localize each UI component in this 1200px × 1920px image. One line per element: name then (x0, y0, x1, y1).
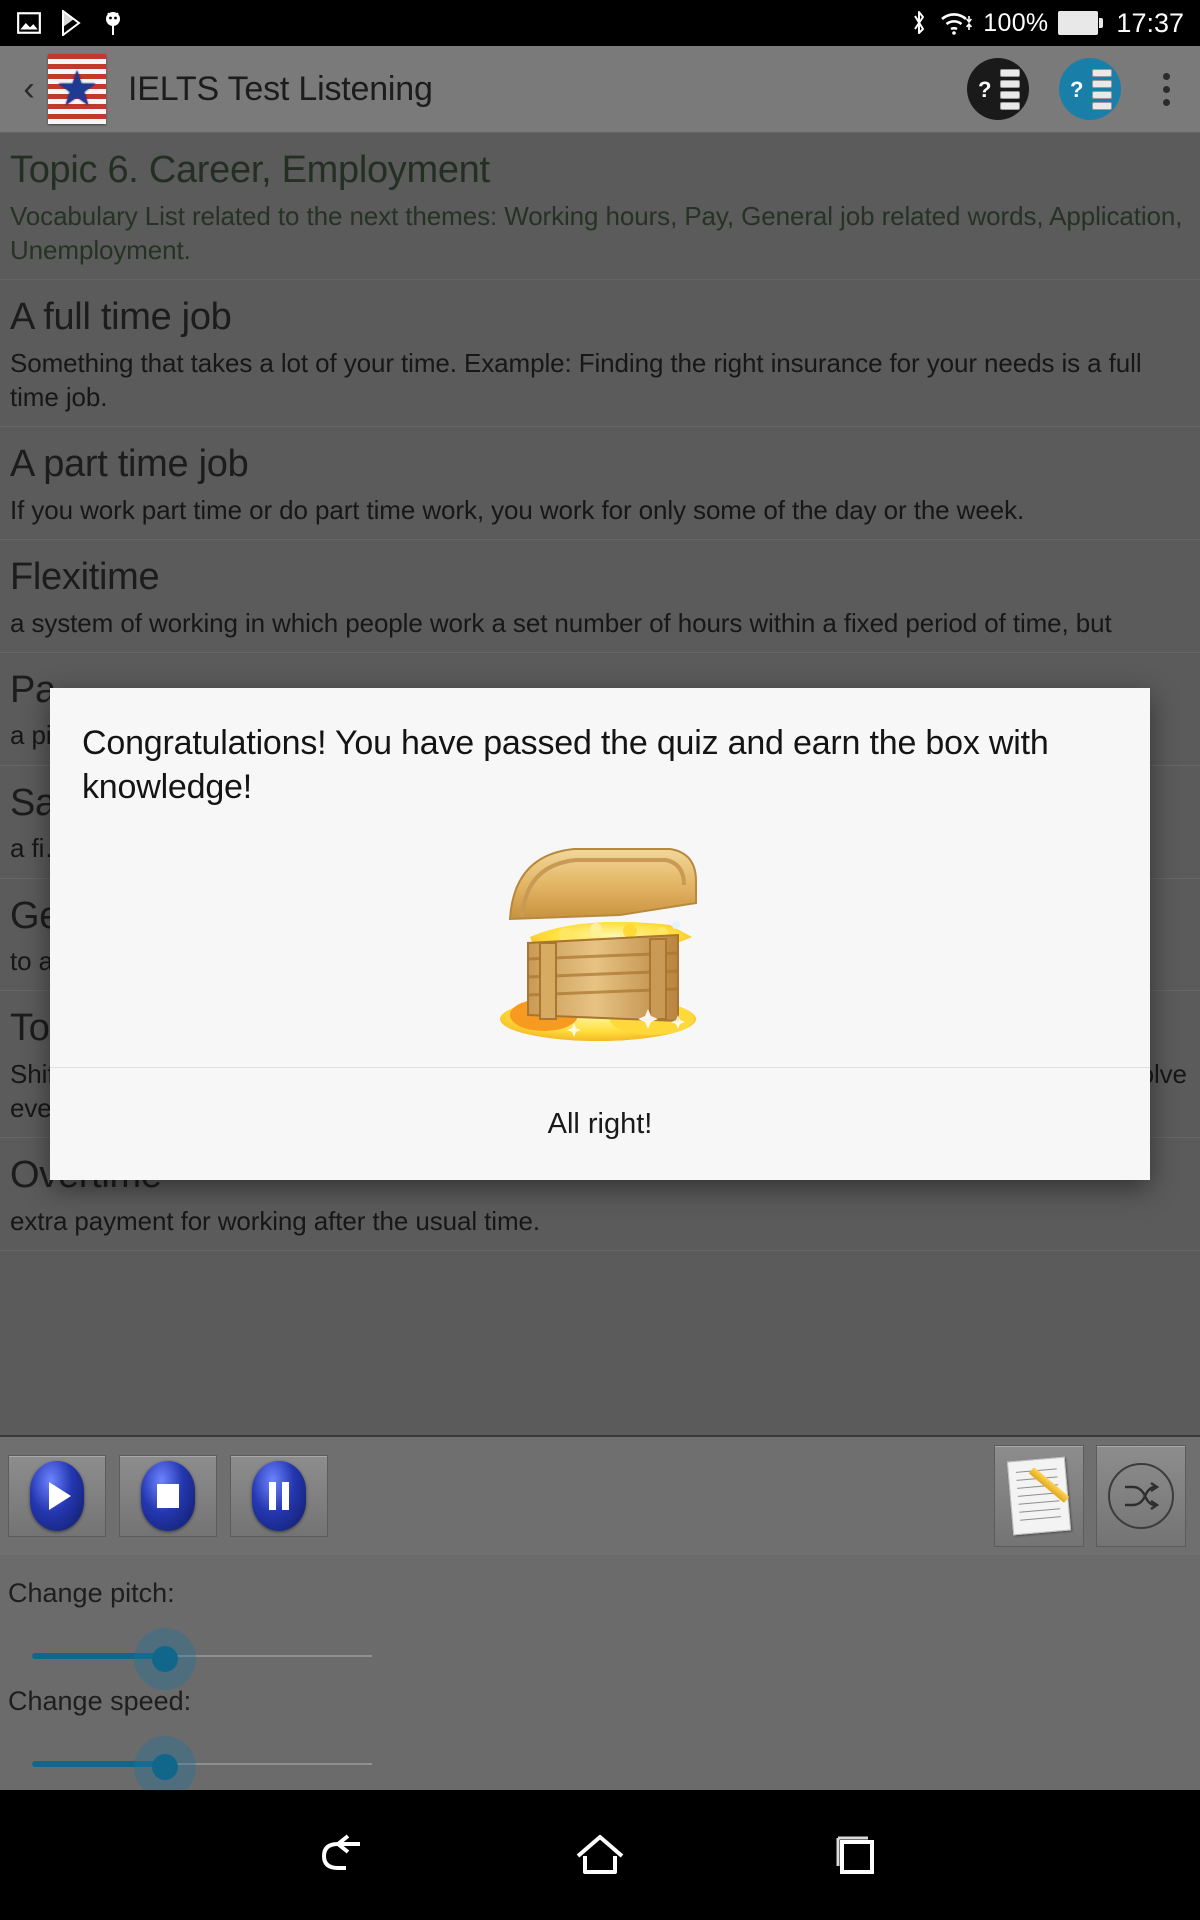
speed-slider[interactable] (0, 1733, 1200, 1798)
entry-description: a system of working in which people work… (10, 607, 1112, 638)
treasure-chest-icon (470, 819, 730, 1049)
clock-label: 17:37 (1116, 7, 1184, 38)
player-toolbar (0, 1435, 1200, 1555)
play-icon (30, 1461, 84, 1531)
status-bar-system: 100% 17:37 (909, 8, 1184, 39)
notes-button[interactable] (994, 1445, 1084, 1547)
wifi-icon (939, 9, 973, 37)
stop-icon (141, 1461, 195, 1531)
speed-slider-thumb[interactable] (152, 1754, 178, 1780)
bluetooth-icon (909, 8, 929, 38)
bug-droid-icon (102, 10, 124, 36)
entry-title: A part time job (10, 443, 249, 486)
pitch-slider-thumb[interactable] (152, 1646, 178, 1672)
shuffle-icon (1108, 1463, 1174, 1529)
nav-recents-icon[interactable] (828, 1830, 884, 1880)
page-title: IELTS Test Listening (128, 69, 433, 108)
status-bar: 100% 17:37 (0, 0, 1200, 46)
battery-icon (1058, 11, 1104, 35)
pitch-slider-block: Change pitch: (0, 1578, 1200, 1690)
pitch-slider[interactable] (0, 1625, 1200, 1690)
entry-title: A full time job (10, 296, 232, 339)
phone-screen: 100% 17:37 ‹ ★ IELTS Test Listening ? ? (0, 0, 1200, 1920)
dialog-confirm-button[interactable]: All right! (50, 1068, 1150, 1180)
back-button[interactable]: ‹ (18, 72, 40, 106)
play-button[interactable] (8, 1455, 106, 1537)
list-item[interactable]: Topic 6. Career, Employment Vocabulary L… (0, 132, 1200, 281)
image-icon (16, 10, 42, 36)
entry-description: If you work part time or do part time wo… (10, 494, 1025, 525)
list-item[interactable]: A full time job Something that takes a l… (0, 280, 1200, 428)
pause-button[interactable] (230, 1455, 328, 1537)
entry-description: Vocabulary List related to the next them… (10, 200, 1183, 265)
quiz-blue-icon[interactable]: ? (1059, 58, 1121, 120)
app-logo-icon: ★ (48, 54, 106, 124)
speed-slider-label: Change speed: (8, 1686, 192, 1716)
overflow-menu-icon[interactable] (1151, 67, 1182, 112)
entry-description: Something that takes a lot of your time.… (10, 347, 1142, 412)
system-navigation-bar (0, 1790, 1200, 1920)
play-store-icon (60, 10, 84, 36)
entry-title: Flexitime (10, 556, 160, 599)
pitch-slider-label: Change pitch: (8, 1578, 175, 1608)
entry-description: extra payment for working after the usua… (10, 1205, 540, 1236)
app-bar-actions: ? ? (967, 58, 1182, 120)
pause-icon (252, 1461, 306, 1531)
nav-home-icon[interactable] (572, 1830, 628, 1880)
speed-slider-block: Change speed: (0, 1686, 1200, 1798)
battery-percent-label: 100% (983, 8, 1049, 37)
congratulations-dialog: Congratulations! You have passed the qui… (50, 688, 1150, 1181)
entry-title: Topic 6. Career, Employment (10, 149, 490, 191)
status-bar-notifications (16, 10, 124, 36)
stop-button[interactable] (119, 1455, 217, 1537)
app-bar: ‹ ★ IELTS Test Listening ? ? (0, 46, 1200, 132)
notes-icon (1006, 1456, 1072, 1536)
dialog-body (50, 819, 1150, 1067)
player-toolbar-right (994, 1445, 1192, 1547)
shuffle-button[interactable] (1096, 1445, 1186, 1547)
quiz-dark-icon[interactable]: ? (967, 58, 1029, 120)
list-item[interactable]: A part time job If you work part time or… (0, 427, 1200, 541)
nav-back-icon[interactable] (316, 1830, 372, 1880)
dialog-title: Congratulations! You have passed the qui… (82, 724, 1049, 806)
list-item[interactable]: Flexitime a system of working in which p… (0, 540, 1200, 653)
